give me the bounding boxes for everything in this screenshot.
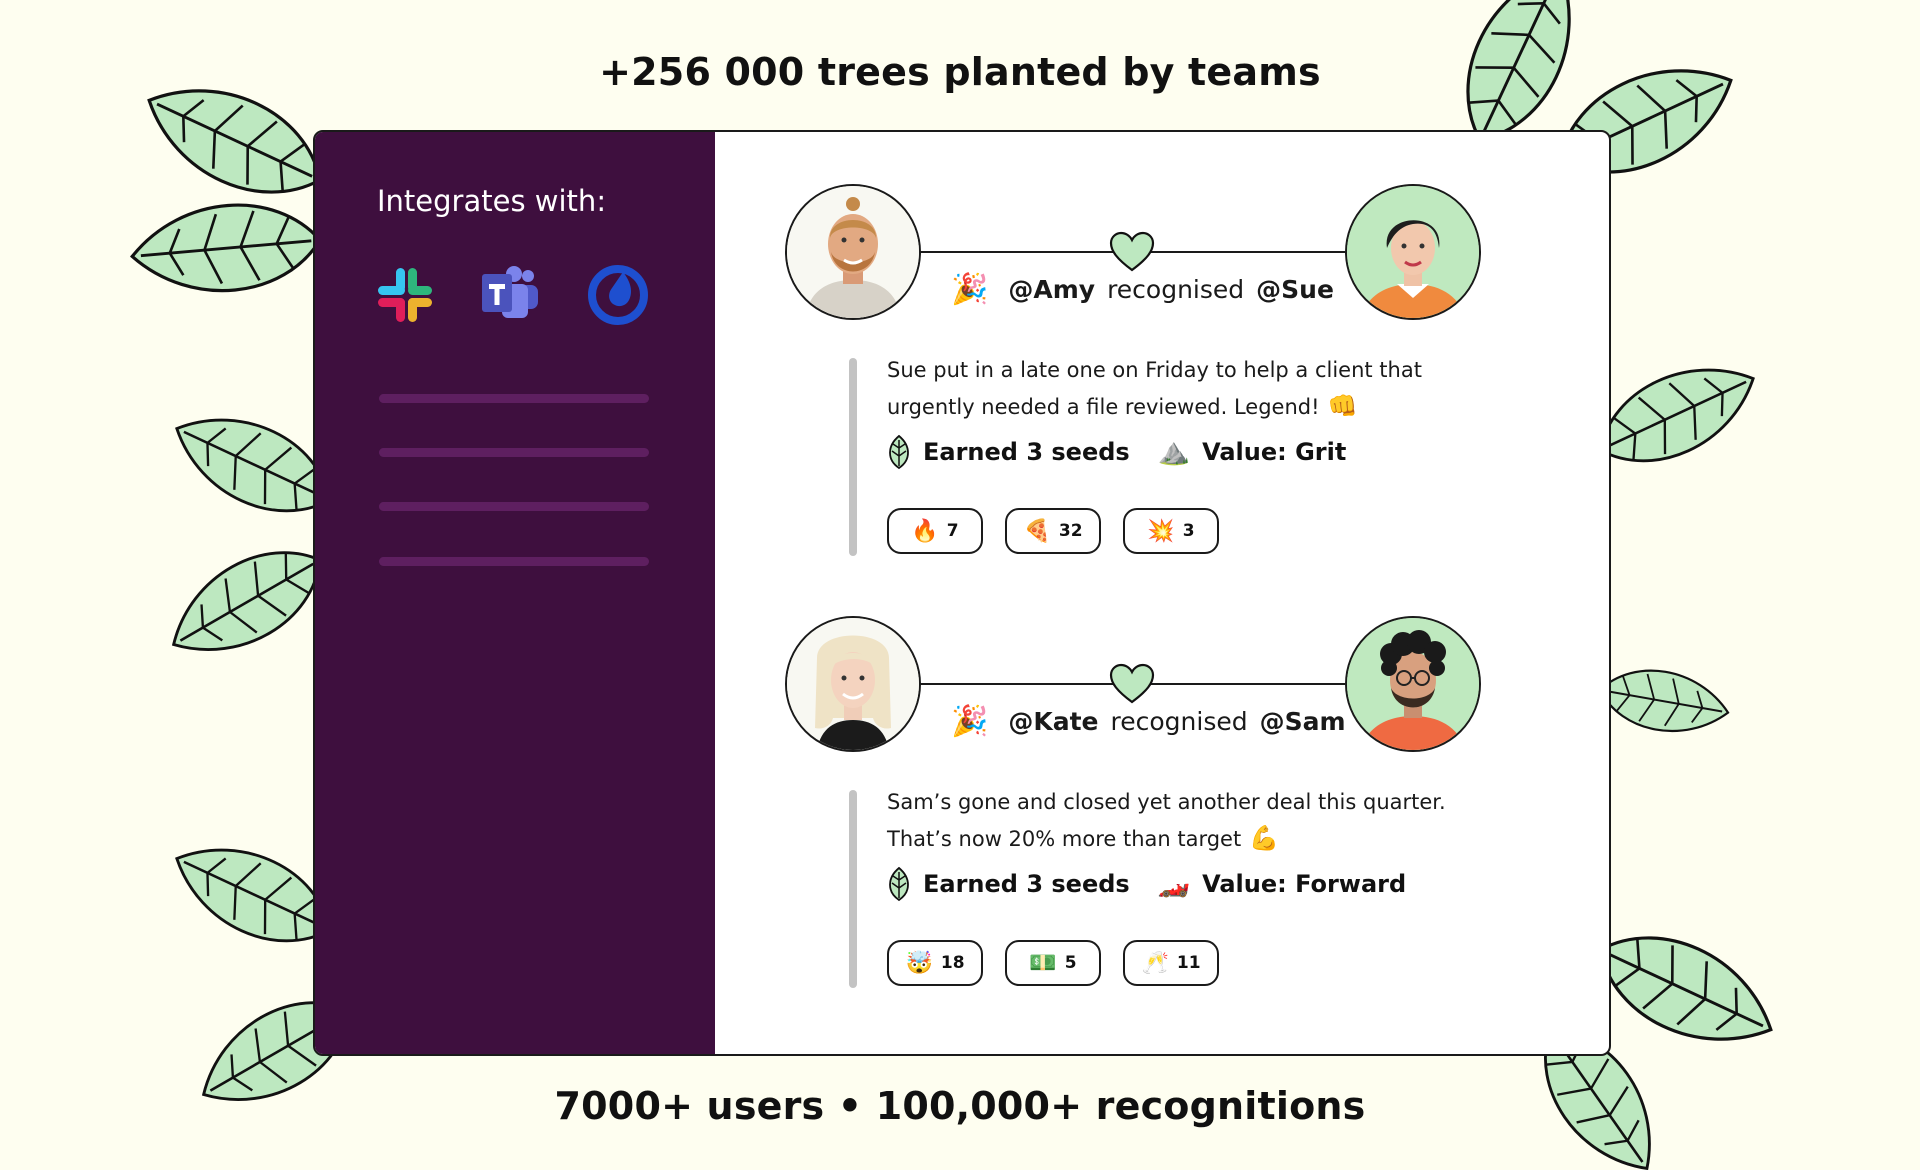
recognition-headline: 🎉 @Amy recognised @Sue	[951, 272, 1334, 307]
seeds-earned: Earned 3 seeds	[923, 870, 1130, 898]
slack-icon[interactable]	[372, 262, 438, 328]
reaction-count: 11	[1176, 953, 1201, 973]
teams-icon[interactable]	[478, 262, 544, 328]
sidebar-placeholder-line	[379, 557, 649, 566]
mind-blown-icon: 🤯	[905, 950, 933, 976]
headline-trees: +256 000 trees planted by teams	[599, 50, 1321, 94]
reaction-count: 5	[1064, 953, 1077, 973]
recognition-verb: recognised	[1107, 275, 1245, 304]
reaction-count: 18	[940, 953, 965, 973]
reaction-money[interactable]: 💵 5	[1005, 940, 1101, 986]
recognition-meta: Earned 3 seeds 🏎️ Value: Forward	[887, 866, 1406, 902]
heart-icon	[1109, 231, 1155, 272]
recognition-message: Sam’s gone and closed yet another deal t…	[887, 784, 1487, 857]
avatar-sam[interactable]	[1345, 616, 1481, 752]
mattermost-icon[interactable]	[585, 262, 651, 328]
message-line: urgently needed a file reviewed. Legend!	[887, 395, 1320, 419]
reaction-cheers[interactable]: 🥂 11	[1123, 940, 1219, 986]
company-value: Value: Grit	[1202, 438, 1347, 466]
headline-stats: 7000+ users • 100,000+ recognitions	[554, 1084, 1366, 1128]
quote-bar	[849, 790, 857, 988]
avatar-kate[interactable]	[785, 616, 921, 752]
party-popper-icon: 🎉	[951, 272, 989, 307]
recipient-mention[interactable]: @Sue	[1256, 275, 1334, 304]
fire-icon: 🔥	[911, 518, 939, 544]
sender-mention[interactable]: @Amy	[1008, 275, 1095, 304]
recognition-verb: recognised	[1110, 707, 1248, 736]
reaction-mind-blown[interactable]: 🤯 18	[887, 940, 983, 986]
reactions: 🤯 18 💵 5 🥂 11	[887, 940, 1219, 986]
clinking-glasses-icon: 🥂	[1141, 950, 1169, 976]
integrations-title: Integrates with:	[377, 184, 607, 218]
message-line: That’s now 20% more than target	[887, 827, 1242, 851]
avatar-sue[interactable]	[1345, 184, 1481, 320]
recipient-mention[interactable]: @Sam	[1260, 707, 1346, 736]
fist-bump-icon: 👊	[1327, 392, 1358, 420]
recognition-message: Sue put in a late one on Friday to help …	[887, 352, 1487, 425]
reactions: 🔥 7 🍕 32 💥 3	[887, 508, 1219, 554]
sidebar: Integrates with:	[315, 132, 715, 1054]
sidebar-placeholder-line	[379, 394, 649, 403]
sidebar-placeholder-line	[379, 502, 649, 511]
seed-leaf-icon	[889, 866, 909, 902]
pizza-icon: 🍕	[1023, 518, 1051, 544]
reaction-fire[interactable]: 🔥 7	[887, 508, 983, 554]
reaction-count: 3	[1182, 521, 1195, 541]
reaction-collision[interactable]: 💥 3	[1123, 508, 1219, 554]
race-car-icon: 🏎️	[1157, 869, 1191, 899]
seeds-earned: Earned 3 seeds	[923, 438, 1130, 466]
sidebar-placeholder-line	[379, 448, 649, 457]
message-line: Sue put in a late one on Friday to help …	[887, 358, 1422, 382]
collision-icon: 💥	[1147, 518, 1175, 544]
reaction-count: 7	[946, 521, 959, 541]
recognition-headline: 🎉 @Kate recognised @Sam	[951, 704, 1346, 739]
dollar-banknote-icon: 💵	[1029, 950, 1057, 976]
party-popper-icon: 🎉	[951, 704, 989, 739]
avatar-amy[interactable]	[785, 184, 921, 320]
quote-bar	[849, 358, 857, 556]
recognition-meta: Earned 3 seeds ⛰️ Value: Grit	[887, 434, 1346, 470]
reaction-pizza[interactable]: 🍕 32	[1005, 508, 1101, 554]
message-line: Sam’s gone and closed yet another deal t…	[887, 790, 1446, 814]
app-window: Integrates with: 🎉 @Amy recognised @Sue …	[313, 130, 1611, 1056]
sender-mention[interactable]: @Kate	[1008, 707, 1098, 736]
company-value: Value: Forward	[1202, 870, 1407, 898]
reaction-count: 32	[1058, 521, 1083, 541]
seed-leaf-icon	[889, 434, 909, 470]
mountain-icon: ⛰️	[1157, 437, 1191, 467]
heart-icon	[1109, 663, 1155, 704]
flexed-bicep-icon: 💪	[1249, 824, 1280, 852]
